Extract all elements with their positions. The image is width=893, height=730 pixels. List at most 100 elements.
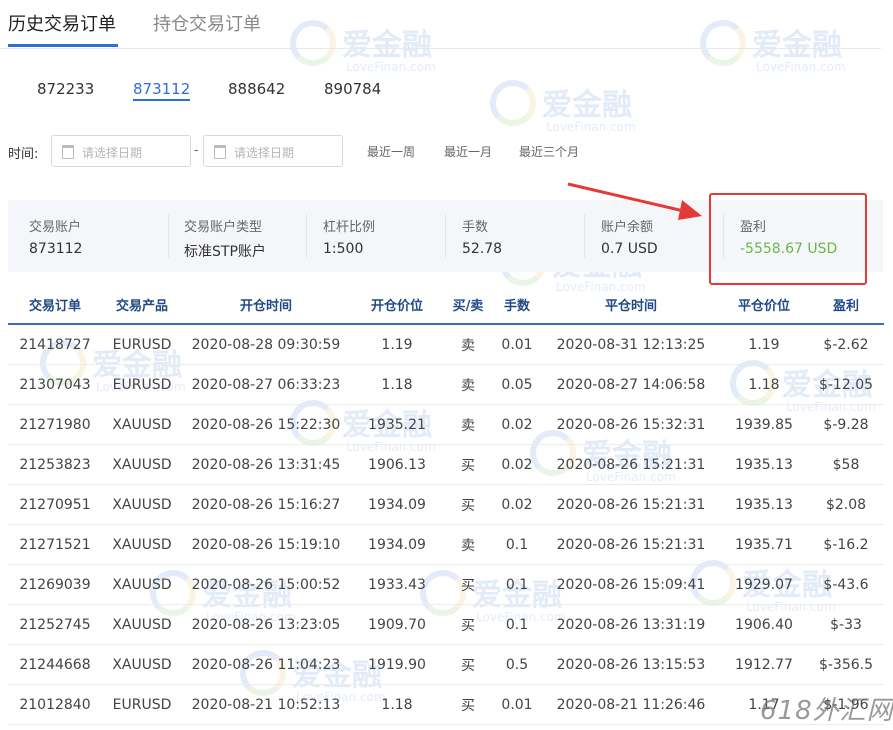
table-cell: 1.19 <box>350 324 444 365</box>
table-cell: 2020-08-26 13:31:45 <box>182 444 350 485</box>
summary-account: 交易账户 873112 <box>29 216 82 257</box>
table-cell: $58 <box>808 444 884 485</box>
summary-divider <box>445 214 446 258</box>
table-row: 21269039 XAUUSD 2020-08-26 15:00:52 1933.43… <box>8 564 884 605</box>
table-cell: 21252745 <box>8 604 102 645</box>
tab-open-orders[interactable]: 持仓交易订单 <box>153 10 261 36</box>
watermark-site-text: LoveFinan.com <box>346 60 436 74</box>
summary-divider <box>306 214 307 258</box>
column-header: 买/卖 <box>444 285 492 325</box>
table-cell: 0.1 <box>492 524 542 565</box>
table-cell: $-33 <box>808 604 884 645</box>
table-cell: 2020-08-26 15:22:30 <box>182 404 350 445</box>
account-item[interactable]: 872233 <box>37 80 94 98</box>
quick-range-month[interactable]: 最近一月 <box>444 143 492 160</box>
table-cell: 2020-08-21 11:26:46 <box>542 684 720 725</box>
table-row: 21271980 XAUUSD 2020-08-26 15:22:30 1935.21… <box>8 404 884 445</box>
column-header: 平仓价位 <box>720 285 808 325</box>
table-cell: 买 <box>444 684 492 725</box>
annotation-arrow-icon <box>567 182 702 220</box>
table-cell: 买 <box>444 604 492 645</box>
table-cell: 1909.70 <box>350 604 444 645</box>
active-tab-indicator <box>8 44 118 47</box>
table-cell: 2020-08-21 10:52:13 <box>182 684 350 725</box>
table-cell: 2020-08-26 13:15:53 <box>542 644 720 685</box>
table-cell: 1934.09 <box>350 524 444 565</box>
date-filter: 时间: 请选择日期 - 请选择日期 最近一周 最近一月 最近三个月 <box>8 135 628 169</box>
table-cell: 21271521 <box>8 524 102 565</box>
table-cell: 卖 <box>444 404 492 445</box>
table-cell: 买 <box>444 484 492 525</box>
summary-key: 杠杆比例 <box>323 220 376 235</box>
account-item[interactable]: 890784 <box>324 80 381 98</box>
table-cell: 0.1 <box>492 564 542 605</box>
brand-logo-icon <box>490 80 536 126</box>
table-cell: 1912.77 <box>720 644 808 685</box>
tab-history-orders[interactable]: 历史交易订单 <box>8 10 116 36</box>
table-cell: 1.19 <box>720 324 808 365</box>
table-cell: 21269039 <box>8 564 102 605</box>
table-cell: 2020-08-27 06:33:23 <box>182 364 350 405</box>
column-header: 交易产品 <box>102 285 182 325</box>
account-item[interactable]: 888642 <box>228 80 285 98</box>
column-header: 手数 <box>492 285 542 325</box>
watermark-brand-text: 爱金融 <box>542 88 632 123</box>
table-cell: 0.02 <box>492 484 542 525</box>
table-header-row: 交易订单 交易产品 开仓时间 开仓价位 买/卖 手数 平仓时间 平仓价位 盈利 <box>8 285 884 325</box>
table-row: 21307043 EURUSD 2020-08-27 06:33:23 1.18 卖 0.… <box>8 364 884 405</box>
table-cell: 21270951 <box>8 484 102 525</box>
table-cell: $-16.2 <box>808 524 884 565</box>
table-cell: XAUUSD <box>102 484 182 525</box>
column-header: 开仓价位 <box>350 285 444 325</box>
table-cell: 卖 <box>444 324 492 365</box>
table-cell: 0.5 <box>492 644 542 685</box>
table-cell: XAUUSD <box>102 404 182 445</box>
start-date-input[interactable]: 请选择日期 <box>51 135 191 167</box>
quick-range-week[interactable]: 最近一周 <box>367 143 415 160</box>
table-cell: 2020-08-26 15:16:27 <box>182 484 350 525</box>
table-cell: $-2.62 <box>808 324 884 365</box>
table-cell: 2020-08-26 15:00:52 <box>182 564 350 605</box>
table-cell: 1939.85 <box>720 404 808 445</box>
table-cell: 1935.13 <box>720 484 808 525</box>
quick-range-three-months[interactable]: 最近三个月 <box>519 143 579 160</box>
table-cell: 1906.40 <box>720 604 808 645</box>
table-cell: XAUUSD <box>102 644 182 685</box>
table-cell: 卖 <box>444 364 492 405</box>
table-cell: EURUSD <box>102 324 182 365</box>
table-row: 21244668 XAUUSD 2020-08-26 11:04:23 1919.90… <box>8 644 884 685</box>
table-cell: 0.1 <box>492 604 542 645</box>
table-cell: XAUUSD <box>102 604 182 645</box>
table-cell: 2020-08-26 15:21:31 <box>542 524 720 565</box>
table-cell: 2020-08-27 14:06:58 <box>542 364 720 405</box>
table-cell: 2020-08-31 12:13:25 <box>542 324 720 365</box>
end-date-input[interactable]: 请选择日期 <box>203 135 343 167</box>
summary-lots: 手数 52.78 <box>462 216 502 257</box>
table-cell: 0.01 <box>492 684 542 725</box>
table-row: 21418727 EURUSD 2020-08-28 09:30:59 1.19 卖 0.… <box>8 324 884 365</box>
table-cell: 0.02 <box>492 404 542 445</box>
summary-key: 交易账户类型 <box>184 220 263 235</box>
account-item-selected[interactable]: 873112 <box>133 80 191 101</box>
summary-value: 1:500 <box>323 241 364 257</box>
summary-account-type: 交易账户类型 标准STP账户 <box>184 216 266 261</box>
table-cell: 2020-08-26 15:09:41 <box>542 564 720 605</box>
table-cell: 0.02 <box>492 444 542 485</box>
table-cell: 21307043 <box>8 364 102 405</box>
table-cell: 2020-08-28 09:30:59 <box>182 324 350 365</box>
calendar-icon <box>62 145 74 159</box>
table-cell: 1.18 <box>350 364 444 405</box>
table-cell: $-12.05 <box>808 364 884 405</box>
column-header: 盈利 <box>808 285 884 325</box>
summary-value: 标准STP账户 <box>184 244 266 260</box>
table-cell: 1919.90 <box>350 644 444 685</box>
end-date-placeholder: 请选择日期 <box>234 146 295 160</box>
table-cell: $2.08 <box>808 484 884 525</box>
watermark-site-text: LoveFinan.com <box>546 120 636 134</box>
summary-value: 52.78 <box>462 241 503 257</box>
filter-label: 时间: <box>8 147 39 162</box>
table-cell: 2020-08-26 11:04:23 <box>182 644 350 685</box>
calendar-icon <box>214 145 226 159</box>
table-row: 21271521 XAUUSD 2020-08-26 15:19:10 1934.09… <box>8 524 884 565</box>
column-header: 平仓时间 <box>542 285 720 325</box>
